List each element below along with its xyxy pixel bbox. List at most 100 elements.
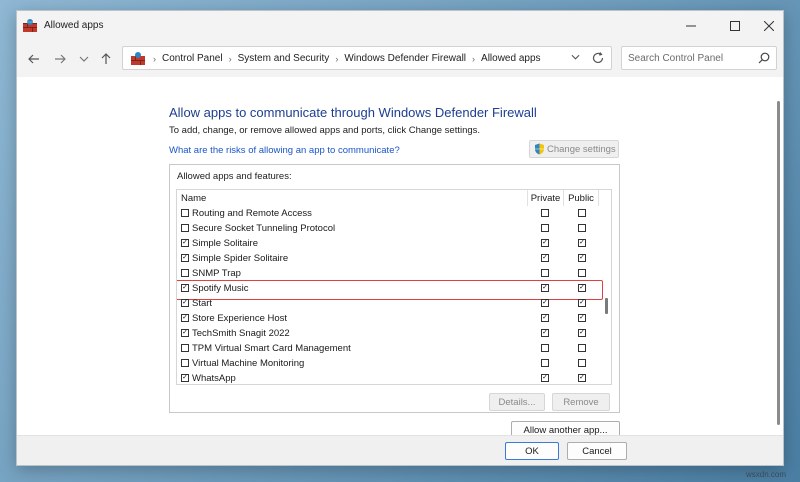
dialog-footer: OK Cancel bbox=[17, 435, 783, 465]
app-row[interactable]: ✓ TechSmith Snagit 2022 ✓ ✓ bbox=[177, 326, 597, 341]
risks-link[interactable]: What are the risks of allowing an app to… bbox=[169, 145, 400, 156]
app-enabled-checkbox[interactable]: ✓ bbox=[181, 299, 189, 307]
group-label: Allowed apps and features: bbox=[177, 171, 292, 182]
app-enabled-checkbox[interactable] bbox=[181, 224, 189, 232]
app-name: Secure Socket Tunneling Protocol bbox=[192, 223, 336, 234]
breadcrumb: › Control Panel › System and Security › … bbox=[153, 53, 541, 64]
search-input[interactable] bbox=[622, 47, 752, 69]
private-checkbox[interactable] bbox=[541, 344, 549, 352]
private-checkbox[interactable]: ✓ bbox=[541, 314, 549, 322]
app-name: Store Experience Host bbox=[192, 313, 288, 324]
arrow-up-icon bbox=[101, 53, 111, 64]
breadcrumb-separator: › bbox=[472, 53, 476, 64]
back-button[interactable] bbox=[25, 51, 43, 67]
private-checkbox[interactable]: ✓ bbox=[541, 254, 549, 262]
private-checkbox[interactable]: ✓ bbox=[541, 239, 549, 247]
app-row[interactable]: ✓ Simple Solitaire ✓ ✓ bbox=[177, 236, 597, 251]
app-row[interactable]: ✓ WhatsApp ✓ ✓ bbox=[177, 371, 597, 384]
change-settings-button[interactable]: Change settings bbox=[529, 140, 619, 158]
breadcrumb-windows-defender-firewall[interactable]: Windows Defender Firewall bbox=[344, 53, 466, 64]
public-checkbox[interactable] bbox=[578, 224, 586, 232]
breadcrumb-control-panel[interactable]: Control Panel bbox=[162, 53, 223, 64]
app-name: Simple Solitaire bbox=[192, 238, 258, 249]
breadcrumb-system-and-security[interactable]: System and Security bbox=[238, 53, 330, 64]
change-settings-label: Change settings bbox=[547, 143, 616, 155]
breadcrumb-separator: › bbox=[335, 53, 339, 64]
breadcrumb-separator: › bbox=[153, 53, 156, 64]
close-button[interactable] bbox=[747, 11, 783, 41]
address-bar[interactable]: › Control Panel › System and Security › … bbox=[122, 46, 612, 70]
cancel-button[interactable]: Cancel bbox=[567, 442, 627, 460]
chevron-down-icon bbox=[79, 56, 89, 62]
details-button[interactable]: Details... bbox=[489, 393, 545, 411]
app-enabled-checkbox[interactable]: ✓ bbox=[181, 329, 189, 337]
refresh-icon[interactable] bbox=[591, 51, 605, 65]
private-checkbox[interactable]: ✓ bbox=[541, 299, 549, 307]
app-enabled-checkbox[interactable]: ✓ bbox=[181, 284, 189, 292]
public-checkbox[interactable]: ✓ bbox=[578, 239, 586, 247]
private-checkbox[interactable] bbox=[541, 224, 549, 232]
content-area: Allow apps to communicate through Window… bbox=[17, 77, 783, 440]
app-enabled-checkbox[interactable]: ✓ bbox=[181, 239, 189, 247]
public-checkbox[interactable] bbox=[578, 344, 586, 352]
app-row[interactable]: ✓ Store Experience Host ✓ ✓ bbox=[177, 311, 597, 326]
app-enabled-checkbox[interactable]: ✓ bbox=[181, 374, 189, 382]
app-row[interactable]: ✓ Spotify Music ✓ ✓ bbox=[177, 280, 603, 300]
ok-button[interactable]: OK bbox=[505, 442, 559, 460]
private-checkbox[interactable]: ✓ bbox=[541, 284, 549, 292]
public-checkbox[interactable]: ✓ bbox=[578, 254, 586, 262]
app-name: TechSmith Snagit 2022 bbox=[192, 328, 290, 339]
search-icon[interactable] bbox=[758, 52, 770, 64]
column-header-public[interactable]: Public bbox=[563, 190, 599, 206]
app-row[interactable]: Secure Socket Tunneling Protocol bbox=[177, 221, 597, 236]
page-title: Allow apps to communicate through Window… bbox=[169, 105, 537, 120]
public-checkbox[interactable] bbox=[578, 209, 586, 217]
private-checkbox[interactable] bbox=[541, 209, 549, 217]
public-checkbox[interactable]: ✓ bbox=[578, 299, 586, 307]
page-scrollbar[interactable] bbox=[777, 101, 780, 425]
app-enabled-checkbox[interactable]: ✓ bbox=[181, 314, 189, 322]
app-enabled-checkbox[interactable] bbox=[181, 209, 189, 217]
app-row[interactable]: Virtual Machine Monitoring bbox=[177, 356, 597, 371]
window-title: Allowed apps bbox=[44, 20, 104, 31]
public-checkbox[interactable] bbox=[578, 359, 586, 367]
app-enabled-checkbox[interactable]: ✓ bbox=[181, 254, 189, 262]
private-checkbox[interactable] bbox=[541, 269, 549, 277]
app-row[interactable]: TPM Virtual Smart Card Management bbox=[177, 341, 597, 356]
app-row[interactable]: Routing and Remote Access bbox=[177, 206, 597, 221]
public-checkbox[interactable]: ✓ bbox=[578, 314, 586, 322]
app-row[interactable]: ✓ Simple Spider Solitaire ✓ ✓ bbox=[177, 251, 597, 266]
column-header-private[interactable]: Private bbox=[527, 190, 563, 206]
app-row[interactable]: ✓ Start ✓ ✓ bbox=[177, 296, 597, 311]
address-dropdown-icon[interactable] bbox=[571, 54, 580, 60]
app-name: Routing and Remote Access bbox=[192, 208, 312, 219]
list-scrollbar[interactable] bbox=[605, 298, 608, 314]
firewall-icon bbox=[131, 52, 145, 65]
app-rows: Routing and Remote Access Secure Socket T… bbox=[177, 206, 603, 384]
minimize-icon bbox=[686, 25, 696, 27]
private-checkbox[interactable]: ✓ bbox=[541, 329, 549, 337]
private-checkbox[interactable] bbox=[541, 359, 549, 367]
breadcrumb-separator: › bbox=[228, 53, 232, 64]
uac-shield-icon bbox=[535, 143, 544, 155]
app-row[interactable]: SNMP Trap bbox=[177, 266, 597, 281]
public-checkbox[interactable]: ✓ bbox=[578, 374, 586, 382]
allowed-apps-group: Allowed apps and features: Name Private … bbox=[169, 164, 620, 413]
private-checkbox[interactable]: ✓ bbox=[541, 374, 549, 382]
minimize-button[interactable] bbox=[669, 11, 713, 41]
app-name: Spotify Music bbox=[192, 283, 249, 294]
public-checkbox[interactable]: ✓ bbox=[578, 329, 586, 337]
column-header-name[interactable]: Name bbox=[181, 193, 206, 204]
app-enabled-checkbox[interactable] bbox=[181, 344, 189, 352]
public-checkbox[interactable]: ✓ bbox=[578, 284, 586, 292]
forward-button[interactable] bbox=[51, 51, 69, 67]
app-enabled-checkbox[interactable] bbox=[181, 359, 189, 367]
app-name: WhatsApp bbox=[192, 373, 236, 384]
remove-button[interactable]: Remove bbox=[552, 393, 610, 411]
up-button[interactable] bbox=[97, 51, 115, 67]
search-box bbox=[621, 46, 777, 70]
app-enabled-checkbox[interactable] bbox=[181, 269, 189, 277]
recent-locations-button[interactable] bbox=[75, 51, 93, 67]
breadcrumb-allowed-apps[interactable]: Allowed apps bbox=[481, 53, 540, 64]
public-checkbox[interactable] bbox=[578, 269, 586, 277]
